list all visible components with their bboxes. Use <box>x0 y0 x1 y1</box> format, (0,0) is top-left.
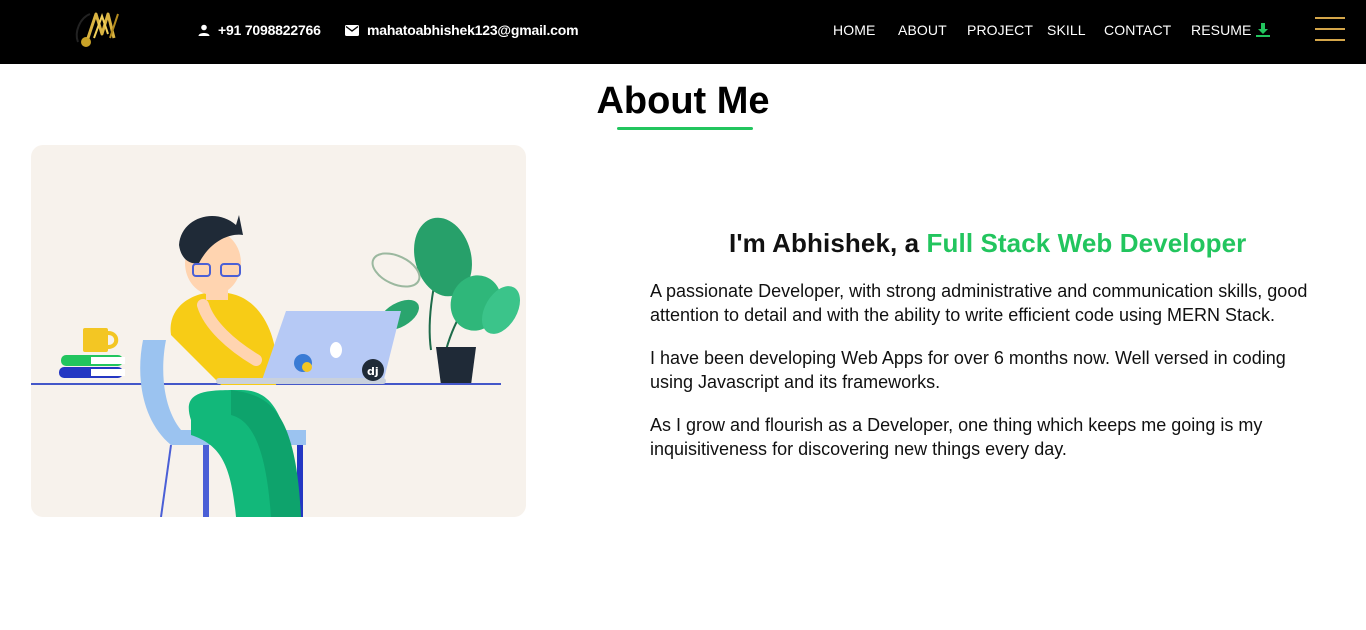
phone-number: +91 7098822766 <box>218 22 321 38</box>
navbar: +91 7098822766 mahatoabhishek123@gmail.c… <box>0 0 1366 64</box>
books-icon <box>59 328 125 378</box>
nav-home[interactable]: HOME <box>833 21 875 39</box>
download-icon <box>1255 23 1270 37</box>
title-underline <box>617 127 753 130</box>
nav-about[interactable]: ABOUT <box>898 21 947 39</box>
section-title: About Me <box>596 80 770 122</box>
about-paragraph: As I grow and flourish as a Developer, o… <box>650 415 1263 459</box>
developer-illustration: dj <box>31 145 526 517</box>
email-contact: mahatoabhishek123@gmail.com <box>345 20 579 40</box>
about-paragraph: I have been developing Web Apps for over… <box>650 348 1286 392</box>
nav-skill[interactable]: SKILL <box>1047 21 1086 39</box>
hamburger-line <box>1315 39 1345 41</box>
about-headline: I'm Abhishek, a Full Stack Web Developer <box>729 228 1330 259</box>
nav-resume[interactable]: RESUME <box>1191 21 1270 39</box>
hamburger-line <box>1315 17 1345 19</box>
hamburger-line <box>1315 28 1345 30</box>
logo-icon[interactable] <box>66 4 126 54</box>
developer-at-laptop-illustration: dj <box>31 215 520 517</box>
svg-text:dj: dj <box>367 365 379 378</box>
nav-contact[interactable]: CONTACT <box>1104 21 1171 39</box>
user-icon <box>198 24 210 36</box>
plant-icon <box>371 217 520 385</box>
nav-resume-label: RESUME <box>1191 22 1252 38</box>
nav-project[interactable]: PROJECT <box>967 21 1033 39</box>
hamburger-menu-icon[interactable] <box>1315 17 1345 41</box>
headline-prefix: I'm Abhishek, a <box>729 228 927 258</box>
email-address: mahatoabhishek123@gmail.com <box>367 22 579 38</box>
mail-icon <box>345 24 359 36</box>
about-paragraph: A passionate Developer, with strong admi… <box>650 281 1308 325</box>
about-text: I'm Abhishek, a Full Stack Web Developer… <box>650 228 1330 480</box>
phone-contact: +91 7098822766 <box>198 20 321 40</box>
headline-highlight: Full Stack Web Developer <box>926 228 1247 258</box>
